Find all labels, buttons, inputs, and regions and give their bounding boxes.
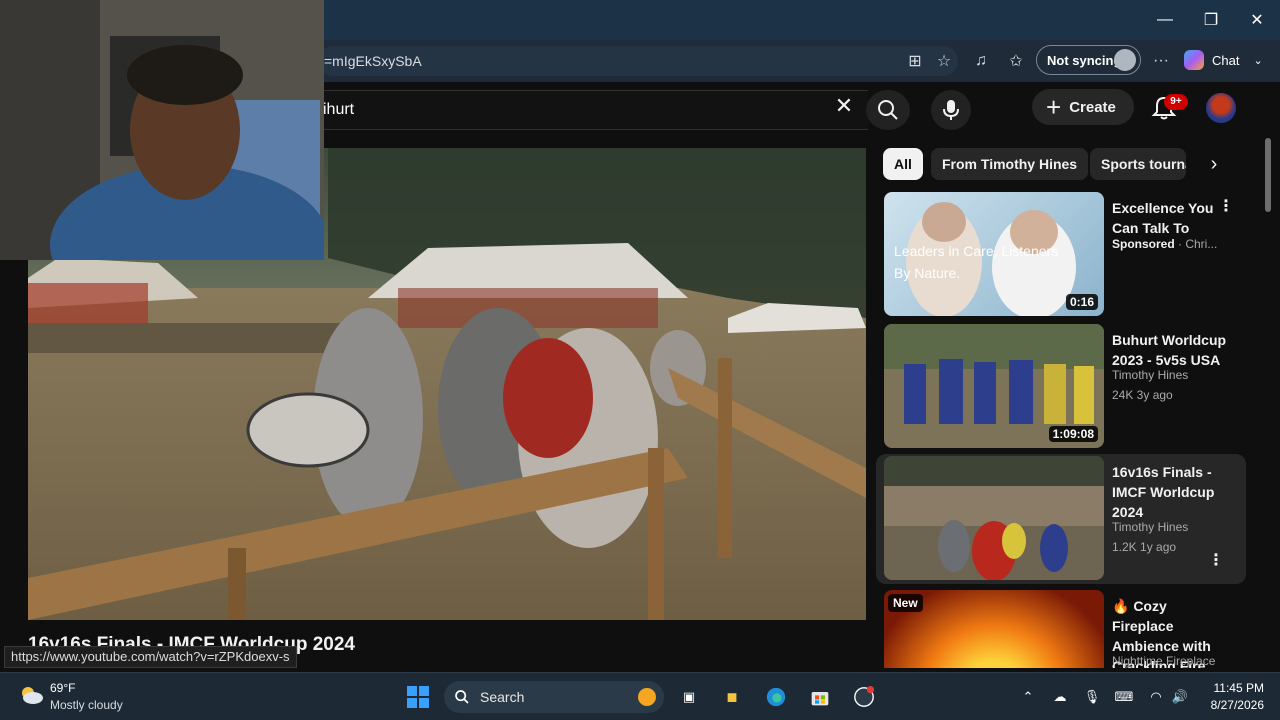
search-icon xyxy=(455,690,469,704)
profile-avatar xyxy=(1114,49,1136,71)
search-input[interactable]: ihurt xyxy=(318,90,868,130)
address-bar[interactable]: =mIgEkSxySbA xyxy=(318,46,958,76)
clock-time[interactable]: 11:45 PM xyxy=(1200,681,1264,695)
advertiser-name: · Chri... xyxy=(1178,237,1218,251)
video-thumbnail[interactable]: New xyxy=(884,590,1104,668)
search-button[interactable] xyxy=(866,90,910,130)
sync-label: Not syncing xyxy=(1047,52,1122,68)
app-logo xyxy=(854,686,875,707)
copilot-icon xyxy=(1184,50,1204,70)
restore-button[interactable]: ❐ xyxy=(1198,8,1224,32)
windows-taskbar: 69°F Mostly cloudy Search ▣ ■ ⌃ ☁ 🎙 ⌨ ◠ … xyxy=(0,672,1280,720)
user-avatar[interactable] xyxy=(1206,93,1236,123)
windows-start-icon[interactable] xyxy=(406,685,430,709)
channel-name[interactable]: Nighttime Fireplace xyxy=(1112,654,1215,668)
webcam-overlay xyxy=(0,0,324,260)
video-card-title[interactable]: 16v16s Finals - IMCF Worldcup 2024 xyxy=(1112,462,1228,522)
link-status-url: https://www.youtube.com/watch?v=rZPKdoex… xyxy=(4,646,297,668)
search-icon xyxy=(878,100,898,120)
favorites-icon[interactable]: ✩ xyxy=(1005,50,1027,72)
sponsored-line: Sponsored · Chri... xyxy=(1112,237,1217,251)
favorite-star-icon[interactable]: ☆ xyxy=(933,50,955,72)
video-thumbnail[interactable]: 1:09:08 xyxy=(884,324,1104,448)
app-available-icon[interactable]: ⊞ xyxy=(904,50,926,72)
channel-name[interactable]: Timothy Hines xyxy=(1112,368,1188,382)
recommended-video-card[interactable]: Leaders in Care, Listeners By Nature. 0:… xyxy=(876,190,1246,316)
microphone-tray-icon[interactable]: 🎙 xyxy=(1082,687,1102,707)
onedrive-cloud-icon[interactable]: ☁ xyxy=(1050,687,1070,707)
more-actions-icon[interactable]: ⋮ xyxy=(1218,196,1234,216)
thumbnail-image xyxy=(884,456,1104,580)
sponsored-label: Sponsored xyxy=(1112,237,1175,251)
taskbar-search-label: Search xyxy=(480,689,525,705)
video-thumbnail[interactable]: Leaders in Care, Listeners By Nature. 0:… xyxy=(884,192,1104,316)
chip-all[interactable]: All xyxy=(883,148,923,180)
create-label: Create xyxy=(1069,98,1116,116)
minimize-button[interactable]: — xyxy=(1152,8,1178,32)
video-card-title[interactable]: Buhurt Worldcup 2023 - 5v5s USA xyxy=(1112,330,1228,370)
create-button[interactable]: + Create xyxy=(1032,89,1134,125)
chip-sports[interactable]: Sports tourna xyxy=(1090,148,1186,180)
plus-icon: + xyxy=(1046,92,1062,122)
new-badge: New xyxy=(888,594,923,612)
keyboard-icon[interactable]: ⌨ xyxy=(1114,687,1134,707)
thumbnail-caption: Leaders in Care, Listeners By Nature. xyxy=(894,243,1059,281)
weather-temperature[interactable]: 69°F xyxy=(50,681,75,695)
chrome-app-icon[interactable] xyxy=(852,686,876,707)
video-thumbnail[interactable] xyxy=(884,456,1104,580)
task-view-icon[interactable]: ▣ xyxy=(678,687,700,707)
file-explorer-icon[interactable]: ■ xyxy=(720,687,744,707)
show-hidden-icons-chevron-icon[interactable]: ⌃ xyxy=(1018,687,1038,707)
more-actions-icon[interactable]: ⋮ xyxy=(1208,550,1224,570)
media-control-icon[interactable]: ♫ xyxy=(970,50,992,72)
duration-badge: 1:09:08 xyxy=(1048,426,1098,442)
webcam-feed xyxy=(0,0,324,260)
chevron-right-icon[interactable]: › xyxy=(1200,150,1228,178)
microsoft-store-icon[interactable] xyxy=(808,687,832,707)
microphone-icon xyxy=(943,100,959,120)
close-window-button[interactable]: ✕ xyxy=(1244,8,1270,32)
notification-count-badge: 9+ xyxy=(1164,94,1188,110)
edge-logo xyxy=(766,687,786,707)
volume-icon[interactable]: 🔊 xyxy=(1170,687,1190,707)
sync-status-button[interactable]: Not syncing xyxy=(1036,45,1141,75)
search-highlight-icon xyxy=(638,688,656,706)
cloudy-weather-icon[interactable] xyxy=(18,685,44,705)
taskbar-search-box[interactable]: Search xyxy=(444,681,664,713)
views-and-age: 24K 3y ago xyxy=(1112,388,1173,402)
clock-date[interactable]: 8/27/2026 xyxy=(1200,698,1264,712)
wifi-icon[interactable]: ◠ xyxy=(1146,687,1166,707)
video-card-title[interactable]: Excellence You Can Talk To xyxy=(1112,198,1228,238)
page-scrollbar[interactable] xyxy=(1262,134,1274,668)
weather-description[interactable]: Mostly cloudy xyxy=(50,698,123,712)
store-logo xyxy=(811,692,829,706)
recommended-video-card[interactable]: 1:09:08 Buhurt Worldcup 2023 - 5v5s USA … xyxy=(876,322,1246,448)
voice-search-button[interactable] xyxy=(931,90,971,130)
recommended-video-card[interactable]: 16v16s Finals - IMCF Worldcup 2024 Timot… xyxy=(876,454,1246,584)
chat-label: Chat xyxy=(1212,52,1240,68)
chevron-down-icon: ⌄ xyxy=(1253,54,1263,67)
url-text: =mIgEkSxySbA xyxy=(324,53,422,69)
scrollbar-thumb[interactable] xyxy=(1265,138,1271,212)
copilot-chat-button[interactable]: Chat ⌄ xyxy=(1184,46,1274,74)
search-query: ihurt xyxy=(323,101,355,118)
chip-from-channel[interactable]: From Timothy Hines xyxy=(931,148,1089,180)
clear-search-icon[interactable]: ✕ xyxy=(832,93,856,118)
duration-badge: 0:16 xyxy=(1065,294,1098,310)
edge-browser-icon[interactable] xyxy=(764,687,788,707)
channel-name[interactable]: Timothy Hines xyxy=(1112,520,1188,534)
recommended-video-card[interactable]: New 🔥 Cozy Fireplace Ambience with Crack… xyxy=(876,588,1246,668)
more-menu-icon[interactable]: ··· xyxy=(1150,50,1172,72)
views-and-age: 1.2K 1y ago xyxy=(1112,540,1177,554)
